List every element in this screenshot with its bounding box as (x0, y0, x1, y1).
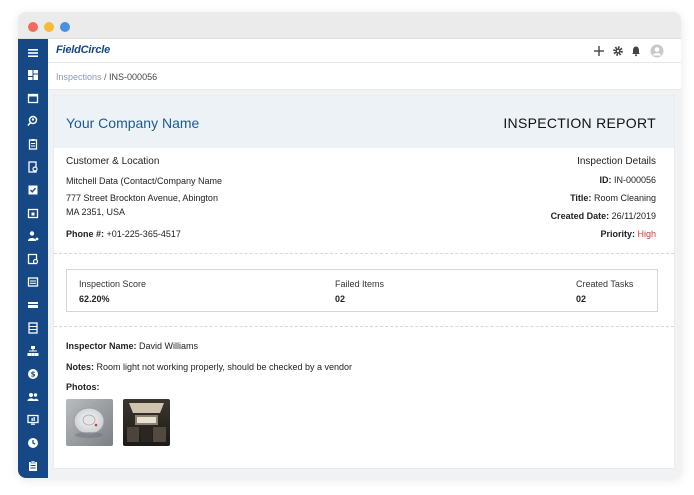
breadcrumb: Inspections / INS-000056 (48, 63, 681, 90)
notes-label: Notes: (66, 362, 95, 372)
truck-icon[interactable] (27, 299, 39, 311)
minimize-window-dot[interactable] (44, 22, 54, 32)
close-window-dot[interactable] (28, 22, 38, 32)
inspection-title: Title: Room Cleaning (570, 193, 656, 203)
dollar-icon[interactable]: $ (27, 368, 39, 380)
bell-icon[interactable] (630, 45, 642, 57)
id-value: IN-000056 (613, 175, 656, 185)
hierarchy-icon[interactable] (27, 345, 39, 357)
section-divider (54, 326, 674, 327)
section-divider (54, 253, 674, 254)
report-title: INSPECTION REPORT (503, 115, 656, 131)
customer-address-line2: MA 2351, USA (66, 207, 126, 217)
user-avatar-icon[interactable] (650, 44, 664, 58)
score-summary-box: Inspection Score 62.20% Failed Items 02 … (66, 269, 658, 312)
inspection-score-column: Inspection Score 62.20% (79, 279, 146, 304)
customer-address-line1: 777 Street Brockton Avenue, Abington (66, 193, 218, 203)
priority-label: Priority: (600, 229, 635, 239)
report-header: Your Company Name INSPECTION REPORT (54, 96, 674, 148)
dashboard-icon[interactable] (27, 69, 39, 81)
top-app-bar: FieldCircle (48, 39, 681, 63)
user-settings-icon[interactable] (27, 230, 39, 242)
failed-items-column: Failed Items 02 (335, 279, 384, 304)
inspection-icon[interactable] (27, 253, 39, 265)
inspector-label: Inspector Name: (66, 341, 137, 351)
clipboard-icon[interactable] (27, 138, 39, 150)
plus-icon[interactable] (593, 45, 605, 57)
inspection-details-heading: Inspection Details (577, 156, 656, 167)
created-tasks-column: Created Tasks 02 (576, 279, 633, 304)
company-name: Your Company Name (66, 115, 200, 131)
photos-label: Photos: (66, 382, 100, 392)
customer-location-heading: Customer & Location (66, 156, 160, 167)
calendar-icon[interactable] (27, 92, 39, 104)
inspector-value: David Williams (139, 341, 199, 351)
inspector-name: Inspector Name: David Williams (66, 341, 198, 351)
phone-value: +01-225-365-4517 (106, 229, 181, 239)
list-icon[interactable] (27, 276, 39, 288)
table-icon[interactable] (27, 322, 39, 334)
inspection-created-date: Created Date: 26/11/2019 (551, 211, 656, 221)
breadcrumb-inspections-link[interactable]: Inspections (56, 72, 102, 82)
phone-label: Phone #: (66, 229, 105, 239)
breadcrumb-separator: / (101, 72, 110, 82)
report-icon[interactable] (27, 460, 39, 472)
failed-items-value: 02 (335, 294, 346, 304)
clock-icon[interactable] (27, 437, 39, 449)
inspection-report-card: Your Company Name INSPECTION REPORT Cust… (53, 95, 675, 469)
search-user-icon[interactable] (27, 115, 39, 127)
created-tasks-value: 02 (576, 294, 587, 304)
inspection-score-label: Inspection Score (79, 279, 147, 289)
monitor-icon[interactable] (27, 414, 39, 426)
inspection-id: ID: IN-000056 (599, 175, 656, 185)
title-value: Room Cleaning (593, 193, 656, 203)
window-titlebar (18, 12, 681, 39)
title-label: Title: (570, 193, 592, 203)
failed-items-label: Failed Items (335, 279, 385, 289)
notes-value: Room light not working properly, should … (96, 362, 353, 372)
inspection-notes: Notes: Room light not working properly, … (66, 362, 352, 372)
gear-icon[interactable] (612, 45, 624, 57)
users-icon[interactable] (27, 391, 39, 403)
photo-ceiling-light[interactable] (123, 399, 170, 446)
created-date-value: 26/11/2019 (611, 211, 656, 221)
checklist-icon[interactable] (27, 184, 39, 196)
document-search-icon[interactable] (27, 161, 39, 173)
photo-smoke-detector[interactable] (66, 399, 113, 446)
priority-value: High (637, 229, 656, 239)
id-label: ID: (599, 175, 612, 185)
customer-phone: Phone #: +01-225-365-4517 (66, 229, 181, 239)
menu-icon[interactable] (27, 47, 39, 59)
sidebar: $ (18, 39, 48, 478)
svg-text:$: $ (31, 371, 36, 379)
created-date-label: Created Date: (550, 211, 610, 221)
created-tasks-label: Created Tasks (576, 279, 634, 289)
app-logo[interactable]: FieldCircle (56, 44, 110, 56)
inspection-priority: Priority: High (600, 229, 656, 239)
customer-contact: Mitchell Data (Contact/Company Name (66, 176, 223, 186)
inspection-score-value: 62.20% (79, 294, 110, 304)
calendar-check-icon[interactable] (27, 207, 39, 219)
maximize-window-dot[interactable] (60, 22, 70, 32)
breadcrumb-current: INS-000056 (109, 72, 158, 82)
